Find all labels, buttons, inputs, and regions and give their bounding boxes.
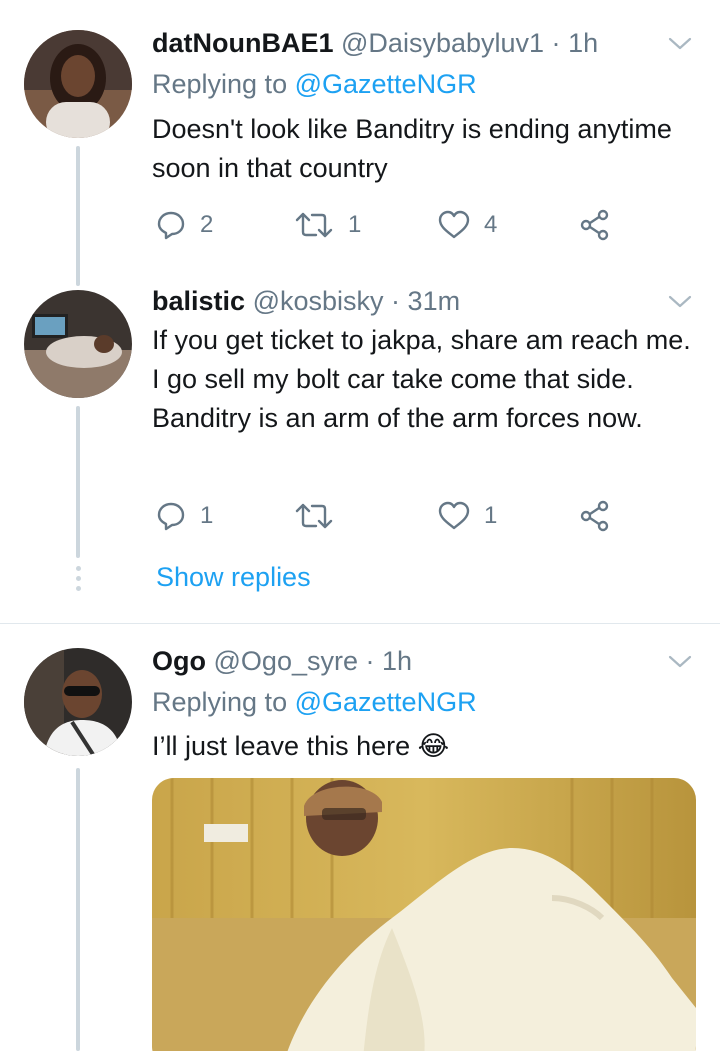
avatar[interactable] <box>24 30 132 138</box>
tweet-2[interactable]: balistic @kosbisky · 31m If you get tick… <box>0 284 720 620</box>
timestamp[interactable]: 1h <box>382 646 412 676</box>
timestamp[interactable]: 31m <box>408 286 461 316</box>
thread-continuation-dots <box>74 566 82 596</box>
tweet-media-image[interactable] <box>152 778 696 1051</box>
user-handle[interactable]: @Daisybabyluv1 <box>341 28 544 58</box>
reply-icon <box>157 211 185 240</box>
laughing-emoji-icon: 😂 <box>417 731 450 761</box>
action-bar: 1 1 <box>152 496 622 536</box>
chevron-down-icon[interactable] <box>668 650 692 674</box>
thread-line <box>76 768 80 1051</box>
separator: · <box>365 646 375 676</box>
mention-link[interactable]: @GazetteNGR <box>295 687 477 717</box>
share-button[interactable] <box>579 205 611 245</box>
chevron-down-icon[interactable] <box>668 290 692 314</box>
tweet-header: datNounBAE1 @Daisybabyluv1 · 1h <box>152 26 598 60</box>
share-icon <box>580 500 609 532</box>
tweet-header: balistic @kosbisky · 31m <box>152 284 460 318</box>
share-icon <box>580 209 609 241</box>
retweet-button[interactable]: 1 <box>294 205 361 245</box>
tweet-1[interactable]: datNounBAE1 @Daisybabyluv1 · 1h Replying… <box>0 0 720 300</box>
display-name[interactable]: balistic <box>152 286 245 316</box>
retweet-button[interactable] <box>294 496 334 536</box>
like-count: 4 <box>484 211 498 238</box>
show-replies-link[interactable]: Show replies <box>156 562 311 593</box>
reply-count: 1 <box>200 502 214 529</box>
tweet-header: Ogo @Ogo_syre · 1h <box>152 644 412 678</box>
retweet-count: 1 <box>348 211 362 238</box>
like-icon <box>438 210 470 239</box>
like-button[interactable]: 4 <box>438 205 497 245</box>
tweet-text: I’ll just leave this here <box>152 731 411 761</box>
replying-to: Replying to @GazetteNGR <box>152 685 477 719</box>
display-name[interactable]: datNounBAE1 <box>152 28 334 58</box>
like-icon <box>438 501 470 530</box>
retweet-icon <box>295 503 333 529</box>
like-count: 1 <box>484 502 498 529</box>
mention-link[interactable]: @GazetteNGR <box>295 69 477 99</box>
tweet-text: If you get ticket to jakpa, share am rea… <box>152 325 691 433</box>
avatar[interactable] <box>24 290 132 398</box>
replying-prefix: Replying to <box>152 687 288 717</box>
avatar[interactable] <box>24 648 132 756</box>
user-handle[interactable]: @Ogo_syre <box>214 646 358 676</box>
separator: · <box>391 286 401 316</box>
replying-to: Replying to @GazetteNGR <box>152 67 477 101</box>
thread-line <box>76 146 80 286</box>
tweet-text-row: I’ll just leave this here 😂 <box>152 727 702 766</box>
reply-button[interactable]: 1 <box>156 496 213 536</box>
replying-prefix: Replying to <box>152 69 288 99</box>
share-button[interactable] <box>579 496 611 536</box>
reply-count: 2 <box>200 211 214 238</box>
display-name[interactable]: Ogo <box>152 646 206 676</box>
thread-line <box>76 406 80 558</box>
tweet-text: Doesn't look like Banditry is ending any… <box>152 114 672 183</box>
reply-icon <box>157 502 185 531</box>
separator: · <box>551 28 561 58</box>
timestamp[interactable]: 1h <box>568 28 598 58</box>
user-handle[interactable]: @kosbisky <box>253 286 384 316</box>
reply-button[interactable]: 2 <box>156 205 213 245</box>
action-bar: 2 1 4 <box>152 205 622 245</box>
chevron-down-icon[interactable] <box>668 32 692 56</box>
like-button[interactable]: 1 <box>438 496 497 536</box>
retweet-icon <box>295 212 333 238</box>
